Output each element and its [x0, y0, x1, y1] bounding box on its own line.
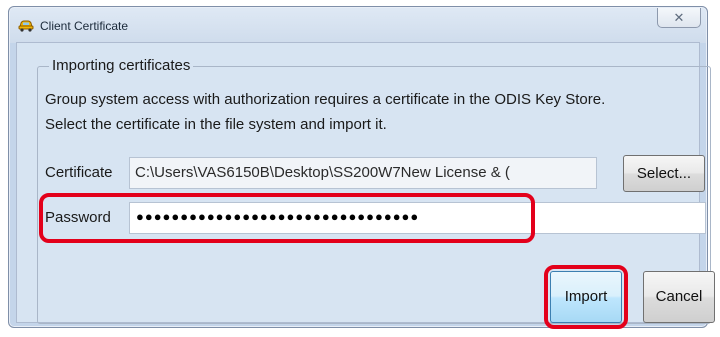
certificate-label: Certificate	[45, 164, 113, 181]
certificate-path-field[interactable]: C:\Users\VAS6150B\Desktop\SS200W7New Lic…	[129, 157, 597, 189]
close-icon: ✕	[673, 10, 685, 25]
description-line-1: Group system access with authorization r…	[45, 91, 606, 108]
title-bar[interactable]: Client Certificate ✕	[9, 7, 707, 41]
close-button[interactable]: ✕	[657, 8, 701, 28]
client-certificate-dialog: Client Certificate ✕ Importing certifica…	[8, 6, 715, 329]
group-title: Importing certificates	[49, 57, 194, 74]
import-button[interactable]: Import	[550, 271, 622, 323]
car-diagnostics-icon	[18, 18, 34, 32]
description-line-2: Select the certificate in the file syste…	[45, 116, 387, 133]
cancel-button[interactable]: Cancel	[643, 271, 715, 323]
select-button[interactable]: Select...	[623, 155, 705, 192]
dialog-body: Importing certificates Group system acce…	[16, 42, 715, 329]
window-title: Client Certificate	[40, 19, 129, 33]
password-field[interactable]: ●●●●●●●●●●●●●●●●●●●●●●●●●●●●●●●●	[129, 202, 706, 234]
password-label: Password	[45, 209, 111, 226]
